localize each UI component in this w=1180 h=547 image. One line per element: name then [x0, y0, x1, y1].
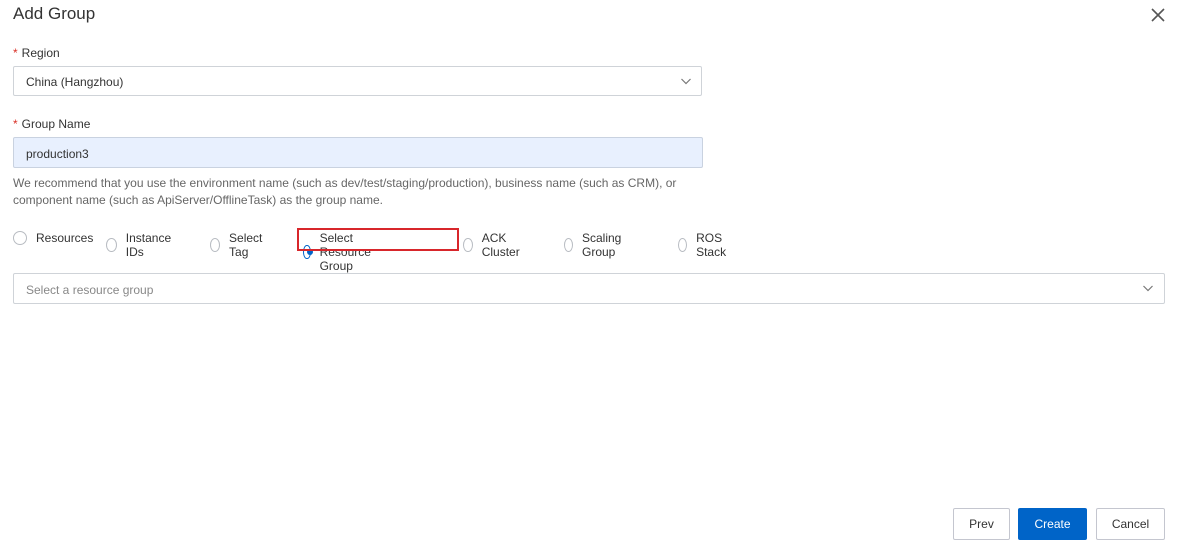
resource-group-placeholder: Select a resource group: [26, 283, 154, 297]
group-name-help-line-2: component name (such as ApiServer/Offlin…: [13, 193, 383, 207]
prev-button[interactable]: Prev: [953, 508, 1010, 540]
radio-select-tag[interactable]: Select Tag: [210, 231, 266, 259]
radio-circle: [106, 238, 117, 252]
required-mark: *: [13, 117, 18, 131]
region-select[interactable]: China (Hangzhou): [13, 66, 702, 96]
radio-scaling-group[interactable]: Scaling Group: [564, 231, 626, 259]
radio-circle: [678, 238, 688, 252]
radio-ack-cluster[interactable]: ACK Cluster: [463, 231, 524, 259]
annotation-highlight-box: [297, 228, 459, 251]
radio-ros-stack[interactable]: ROS Stack: [678, 231, 731, 259]
group-name-value: production3: [26, 147, 89, 161]
radio-label: ROS Stack: [696, 231, 727, 259]
chevron-down-icon: [681, 78, 691, 85]
chevron-down-icon: [1143, 285, 1153, 292]
resource-group-select[interactable]: Select a resource group: [13, 273, 1165, 304]
group-name-label: Group Name: [21, 117, 91, 131]
radio-circle: [463, 238, 473, 252]
region-label-row: * Region: [13, 46, 60, 60]
group-name-help-line-1: We recommend that you use the environmen…: [13, 176, 677, 190]
cancel-button[interactable]: Cancel: [1096, 508, 1165, 540]
radio-circle: [13, 231, 27, 245]
region-value: China (Hangzhou): [26, 75, 124, 89]
group-name-label-row: * Group Name: [13, 117, 90, 131]
radio-label: Resources: [36, 231, 94, 245]
radio-circle: [210, 238, 221, 252]
required-mark: *: [13, 46, 18, 60]
radio-circle: [564, 238, 573, 252]
close-icon[interactable]: [1149, 6, 1167, 24]
radio-label: Instance IDs: [125, 231, 172, 259]
region-label: Region: [21, 46, 60, 60]
create-button[interactable]: Create: [1018, 508, 1087, 540]
radio-label: Scaling Group: [582, 231, 622, 259]
radio-label: Select Tag: [229, 231, 263, 259]
radio-label: ACK Cluster: [481, 231, 520, 259]
radio-instance-ids[interactable]: Instance IDs: [106, 231, 174, 259]
group-name-input[interactable]: production3: [13, 137, 703, 168]
radio-resources[interactable]: Resources: [13, 231, 93, 245]
dialog-title: Add Group: [13, 4, 96, 23]
